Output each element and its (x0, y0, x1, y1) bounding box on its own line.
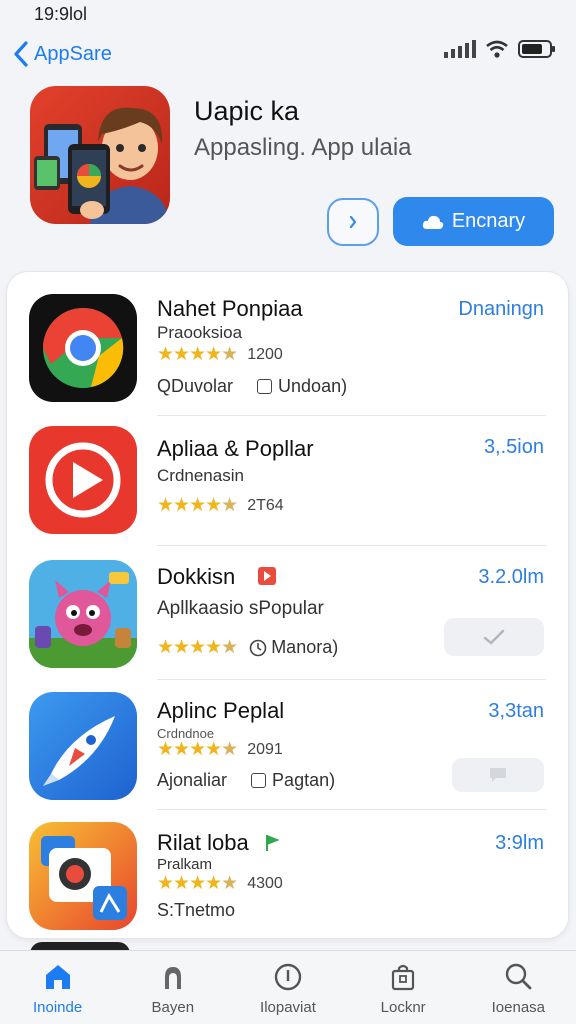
featured-app-icon[interactable] (30, 86, 170, 224)
half-star-icon: ★ (221, 637, 238, 658)
rating-count: 4300 (247, 874, 283, 892)
app-action-button[interactable]: Dnaningn (458, 298, 544, 321)
signal-icon (444, 40, 476, 58)
app-subtitle: Pralkam (157, 856, 213, 873)
checkbox-icon (251, 773, 267, 788)
ghost-check-button[interactable] (444, 618, 544, 656)
app-subtitle: Apllkaasio sPopular (157, 598, 324, 619)
home-icon (45, 965, 70, 989)
app-meta: S:Tnetmo (157, 900, 235, 921)
cloud-icon (422, 215, 444, 229)
wifi-icon (486, 40, 508, 58)
app-meta-left: QDuvolar (157, 376, 234, 396)
app-list: Nahet Ponpiaa Praooksioa ★★★★ ★ 1200 QDuv… (6, 271, 569, 939)
star-rating: ★★★★ ★ 2091 (157, 738, 283, 761)
checkbox-icon (257, 379, 273, 394)
share-button[interactable] (327, 198, 379, 246)
star-icon: ★★★★ (157, 637, 222, 658)
tab-arcade[interactable]: Bayen (118, 951, 228, 1024)
app-meta-right: Manora) (271, 637, 339, 657)
photo-editor-icon (29, 822, 137, 930)
badge-icon (258, 567, 276, 585)
tab-label: Ilopaviat (260, 999, 316, 1016)
chevron-right-icon (349, 215, 357, 229)
play-icon (29, 426, 137, 534)
star-icon: ★★★★ (157, 873, 222, 894)
star-icon: ★★★★ (157, 739, 222, 760)
tab-label: Bayen (151, 999, 195, 1016)
app-name: Rilat loba (157, 830, 249, 855)
app-action-button[interactable]: 3.2.0lm (478, 566, 544, 589)
featured-illustration (30, 86, 170, 224)
app-meta: Ajonaliar Pagtan) (157, 770, 335, 791)
app-meta-right: Pagtan) (272, 770, 336, 790)
back-button[interactable]: AppSare (12, 38, 112, 70)
clock-icon (249, 639, 267, 656)
tab-home[interactable]: Inoinde (3, 951, 113, 1024)
app-action-button[interactable]: 3,3tan (488, 700, 544, 723)
list-item[interactable]: Apliaa & Popllar Crdnenasin ★★★★ ★ 2T64 3… (7, 416, 570, 546)
tab-bag[interactable]: Locknr (348, 951, 458, 1024)
star-icon: ★★★★ (157, 495, 222, 516)
app-name: Apliaa & Popllar (157, 436, 314, 461)
app-subtitle: Praooksioa (157, 323, 243, 342)
app-name: Dokkisn (157, 564, 236, 589)
divider (157, 809, 546, 810)
app-action-button[interactable]: 3,.5ion (484, 436, 544, 459)
tab-label: Inoinde (32, 999, 83, 1016)
star-rating: ★★★★ ★ Manora) (157, 636, 338, 659)
star-rating: ★★★★ ★ 1200 (157, 343, 283, 366)
status-bar: 19:9lol (0, 0, 576, 30)
featured-subtitle: Appasling. App ulaia (194, 134, 412, 161)
tab-label: Locknr (380, 999, 426, 1016)
ghost-message-button[interactable] (452, 758, 544, 792)
app-subtitle: Crdnenasin (157, 466, 244, 485)
featured-title: Uapic ka (194, 96, 300, 126)
chrome-like-icon (29, 294, 137, 402)
list-item[interactable]: Rilat loba Pralkam ★★★★ ★ 4300 S:Tnetmo 3… (7, 812, 570, 942)
app-action-button[interactable]: 3:9lm (495, 832, 544, 855)
bag-icon (392, 964, 415, 991)
half-star-icon: ★ (221, 739, 238, 760)
back-label: AppSare (34, 42, 112, 65)
tab-bar: Inoinde Bayen Ilopaviat Locknr Ioenasa (0, 950, 576, 1024)
get-button[interactable]: Encnary (393, 197, 554, 246)
info-icon (274, 963, 302, 991)
tab-info[interactable]: Ilopaviat (233, 951, 343, 1024)
game-monster-icon (29, 560, 137, 668)
star-icon: ★★★★ (157, 344, 222, 365)
half-star-icon: ★ (221, 495, 238, 516)
search-icon (506, 963, 532, 990)
rocket-icon (29, 692, 137, 800)
app-meta: QDuvolar Undoan) (157, 376, 347, 397)
rating-count: 2091 (247, 740, 283, 758)
status-icons (442, 40, 556, 58)
list-item[interactable]: Aplinc Peplal Crdndnoe ★★★★ ★ 2091 Ajonal… (7, 680, 570, 810)
status-time: 19:9lol (34, 4, 88, 24)
app-meta-left: Ajonaliar (157, 770, 228, 790)
tab-search[interactable]: Ioenasa (463, 951, 573, 1024)
battery-icon (518, 40, 555, 58)
star-rating: ★★★★ ★ 2T64 (157, 494, 284, 517)
tab-label: Ioenasa (491, 999, 546, 1016)
half-star-icon: ★ (221, 344, 238, 365)
check-icon (483, 629, 505, 645)
half-star-icon: ★ (221, 873, 238, 894)
star-rating: ★★★★ ★ 4300 (157, 872, 283, 895)
chevron-left-icon (14, 41, 28, 67)
app-meta-left: S:Tnetmo (157, 900, 236, 920)
rating-count: 2T64 (247, 496, 284, 514)
app-name: Aplinc Peplal (157, 698, 285, 723)
arcade-icon (164, 967, 181, 989)
list-item[interactable]: Nahet Ponpiaa Praooksioa ★★★★ ★ 1200 QDuv… (7, 286, 570, 416)
green-flag-icon (266, 835, 279, 851)
rating-count: 1200 (247, 345, 283, 363)
app-meta-right: Undoan) (278, 376, 348, 396)
app-name: Nahet Ponpiaa (157, 296, 303, 321)
list-item[interactable]: Dokkisn Apllkaasio sPopular ★★★★ ★ Manora… (7, 546, 570, 680)
speech-bubble-icon (490, 768, 506, 782)
get-button-label: Encnary (451, 210, 526, 232)
